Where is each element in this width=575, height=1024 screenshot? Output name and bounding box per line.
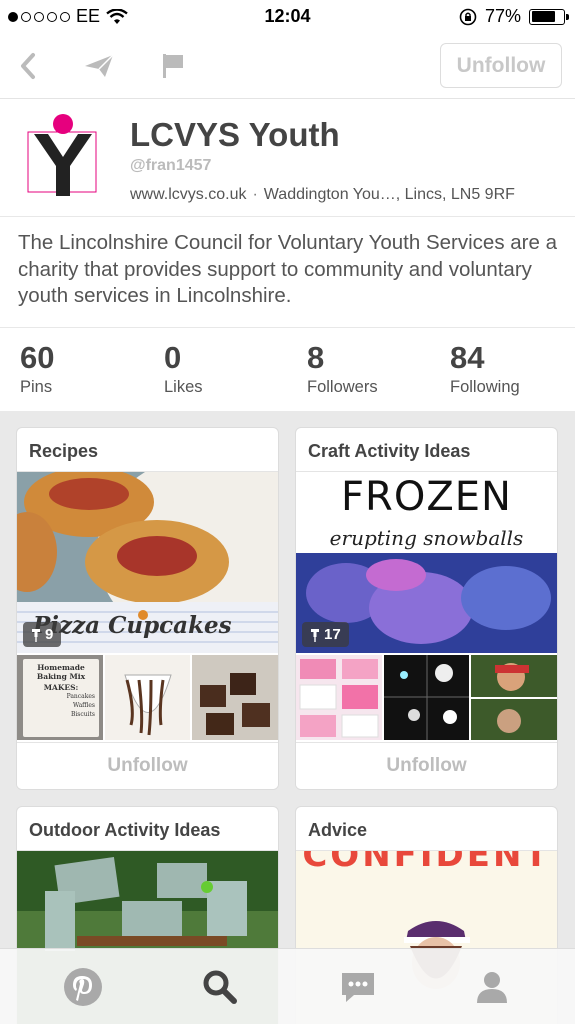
chat-bubble-icon[interactable] [336,965,380,1009]
profile-stats: 60 Pins 0 Likes 8 Followers 84 Following [0,327,575,411]
thumb-text: Baking Mix [36,672,86,681]
board-thumbnail[interactable] [296,655,382,740]
board-thumbnail[interactable] [192,655,278,740]
nav-bar: Unfollow [0,32,575,99]
pin-count: 9 [45,626,54,643]
unfollow-button[interactable]: Unfollow [440,43,562,88]
pin-count-badge: 9 [23,622,62,647]
board-thumbnail[interactable] [383,655,470,740]
profile-website[interactable]: www.lcvys.co.uk [130,186,246,203]
board-cover-caption: Pizza Cupcakes [33,612,232,639]
bottom-tab-bar [0,948,575,1024]
pin-count: 17 [324,626,341,643]
profile-location: Waddington You…, Lincs, LN5 9RF [263,186,515,203]
back-icon[interactable] [8,46,48,86]
pin-count-badge: 17 [302,622,349,647]
search-icon[interactable] [198,965,242,1009]
flag-icon[interactable] [153,46,193,86]
stat-value: 84 [450,340,485,375]
stat-value: 60 [20,340,55,375]
rotation-lock-icon [459,8,477,25]
profile-handle: @fran1457 [130,157,212,174]
pinterest-logo-icon[interactable] [61,965,105,1009]
board-card-craft-activity-ideas[interactable]: Craft Activity Ideas FROZEN erupting sno… [295,427,558,790]
battery-icon [529,8,569,25]
board-unfollow-button[interactable]: Unfollow [17,742,278,789]
board-cover-image[interactable]: Pizza Cupcakes 9 [17,472,278,653]
profile-meta: www.lcvys.co.uk · Waddington You…, Lincs, … [130,186,515,203]
board-thumbnail[interactable] [471,655,557,740]
send-icon[interactable] [79,46,119,86]
pin-icon [311,628,319,642]
profile-about: The Lincolnshire Council for Voluntary Y… [18,231,558,307]
board-cover-caption: FROZEN [341,474,512,520]
stat-value: 0 [164,340,182,375]
stat-label: Likes [164,378,203,396]
board-thumbnails [296,653,557,740]
board-cover-image[interactable]: FROZEN erupting snowballs 17 [296,472,557,653]
board-thumbnail[interactable]: Homemade Baking Mix MAKES: Pancakes Waff… [17,655,103,740]
board-title: Recipes [17,428,278,472]
board-title: Craft Activity Ideas [296,428,557,472]
profile-name: LCVYS Youth [130,116,340,153]
stat-label: Following [450,378,520,396]
stat-label: Followers [307,378,378,396]
stat-likes[interactable]: 0 Likes [164,340,203,397]
thumb-text: Biscuits [70,711,95,718]
board-card-recipes[interactable]: Recipes Pizza Cupcakes 9 Homemade Baking… [16,427,279,790]
board-thumbnails: Homemade Baking Mix MAKES: Pancakes Waff… [17,653,278,740]
thumb-text: MAKES: [43,683,79,692]
board-title: Advice [296,807,557,851]
user-icon[interactable] [470,965,514,1009]
pin-icon [32,628,40,642]
thumb-text: Homemade [37,663,85,672]
stat-pins[interactable]: 60 Pins [20,340,54,397]
thumb-text: Pancakes [66,693,95,700]
board-unfollow-button[interactable]: Unfollow [296,742,557,789]
board-cover-subcaption: erupting snowballs [329,526,524,550]
stat-following[interactable]: 84 Following [450,340,520,397]
status-right: 77% [459,6,569,27]
status-bar: EE 12:04 77% [0,0,575,32]
stat-label: Pins [20,378,53,396]
profile-avatar [24,112,100,202]
board-title: Outdoor Activity Ideas [17,807,278,851]
board-thumbnail[interactable] [104,655,191,740]
stat-value: 8 [307,340,325,375]
stat-followers[interactable]: 8 Followers [307,340,378,397]
battery-percent: 77% [484,6,521,26]
thumb-text: Waffles [72,702,95,709]
boards-grid: Recipes Pizza Cupcakes 9 Homemade Baking… [0,411,575,1024]
profile-header: LCVYS Youth @fran1457 www.lcvys.co.uk · Wa… [0,100,575,217]
